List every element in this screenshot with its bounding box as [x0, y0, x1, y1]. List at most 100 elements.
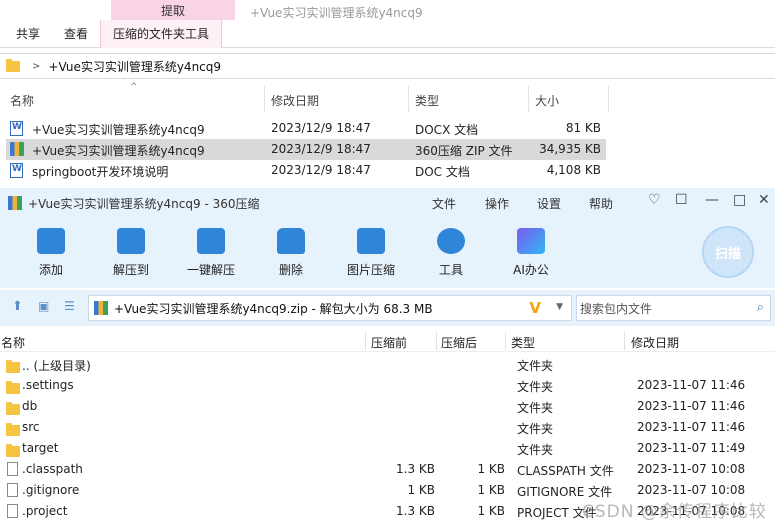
ribbon-tab-extract[interactable]: 提取 [111, 0, 235, 20]
file-row[interactable]: .classpath 1.3 KB 1 KB CLASSPATH 文件 2023-11-… [0, 459, 775, 480]
word-doc-icon [10, 121, 23, 136]
breadcrumb-path[interactable]: +Vue实习实训管理系统y4ncq9 [48, 58, 221, 75]
toolbar: 添加 解压到 一键解压 删除 图片压缩 工具 AI办公 扫描 [0, 218, 775, 288]
address-bar[interactable]: > +Vue实习实训管理系统y4ncq9 [0, 53, 775, 79]
window-title: +Vue实习实训管理系统y4ncq9 - 360压缩 [28, 196, 260, 211]
file-name: springboot开发环境说明 [32, 165, 169, 179]
zip-archive-icon [94, 301, 108, 315]
entry-size-before: 1.3 KB [396, 462, 435, 476]
ribbon-tab-compressed-folder-tools[interactable]: 压缩的文件夹工具 [100, 19, 223, 48]
entry-type: 文件夹 [517, 359, 554, 373]
feedback-icon[interactable]: ☐ [675, 192, 688, 208]
app-logo-icon [8, 196, 22, 210]
entry-date: 2023-11-07 11:49 [637, 441, 746, 455]
entry-name: db [22, 399, 38, 413]
entry-name: target [22, 441, 59, 455]
menu-settings[interactable]: 设置 [537, 195, 561, 212]
add-icon [37, 228, 65, 254]
up-arrow-icon[interactable]: ⬆ [12, 299, 23, 314]
list-view-icon[interactable]: ☰ [64, 299, 75, 313]
one-click-extract-button[interactable]: 一键解压 [176, 228, 246, 278]
entry-type: 文件夹 [517, 401, 554, 415]
explorer-window: 提取 +Vue实习实训管理系统y4ncq9 共享 查看 压缩的文件夹工具 > +… [0, 0, 775, 186]
file-size: 4,108 KB [546, 163, 601, 177]
entry-type: CLASSPATH 文件 [517, 464, 614, 478]
entry-name: .. (上级目录) [22, 359, 91, 373]
file-date: 2023/12/9 18:47 [271, 163, 371, 177]
image-compress-button[interactable]: 图片压缩 [336, 228, 406, 278]
column-type[interactable]: 类型 [415, 92, 439, 109]
entry-type: 文件夹 [517, 380, 554, 394]
folder-row[interactable]: .settings 文件夹 2023-11-07 11:46 [0, 375, 775, 396]
dropdown-arrow-icon[interactable]: ▼ [556, 302, 563, 312]
zip-archive-icon [10, 142, 24, 156]
folder-row[interactable]: src 文件夹 2023-11-07 11:46 [0, 417, 775, 438]
column-name[interactable]: 名称 [10, 92, 34, 109]
menu-operation[interactable]: 操作 [485, 195, 509, 212]
ai-office-label: AI办公 [513, 263, 549, 277]
delete-button[interactable]: 删除 [256, 228, 326, 278]
entry-name: .gitignore [22, 483, 80, 497]
image-compress-icon [357, 228, 385, 254]
title-bar: +Vue实习实训管理系统y4ncq9 - 360压缩 文件 操作 设置 帮助 ♡… [0, 188, 775, 218]
delete-icon [277, 228, 305, 254]
file-row-selected[interactable]: +Vue实习实训管理系统y4ncq9 2023/12/9 18:47 360压缩… [6, 139, 606, 160]
folder-row[interactable]: target 文件夹 2023-11-07 11:49 [0, 438, 775, 459]
column-date[interactable]: 修改日期 [631, 334, 679, 351]
search-icon[interactable]: ⌕ [757, 300, 764, 315]
file-date: 2023/12/9 18:47 [271, 121, 371, 135]
file-size: 81 KB [565, 121, 601, 135]
one-click-extract-icon [197, 228, 225, 254]
navigation-bar: ⬆ ▣ ☰ +Vue实习实训管理系统y4ncq9.zip - 解包大小为 68.… [0, 290, 775, 326]
menu-help[interactable]: 帮助 [589, 195, 613, 212]
archive-search-input[interactable]: 搜索包内文件 ⌕ [576, 295, 771, 321]
ribbon-tabs: 共享 查看 压缩的文件夹工具 [0, 19, 775, 48]
entry-type: 文件夹 [517, 443, 554, 457]
file-row[interactable]: +Vue实习实训管理系统y4ncq9 2023/12/9 18:47 DOCX … [6, 118, 606, 139]
scan-label: 扫描 [714, 246, 741, 262]
folder-icon [6, 58, 20, 72]
folder-row[interactable]: db 文件夹 2023-11-07 11:46 [0, 396, 775, 417]
menu-file[interactable]: 文件 [432, 195, 456, 212]
close-button[interactable]: ✕ [758, 192, 770, 208]
tools-icon [437, 228, 465, 254]
entry-size-after: 1 KB [477, 504, 505, 518]
skin-icon[interactable]: ♡ [648, 192, 661, 208]
entry-name: .classpath [22, 462, 83, 476]
archive-path-bar[interactable]: +Vue实习实训管理系统y4ncq9.zip - 解包大小为 68.3 MB V… [88, 295, 572, 321]
v-logo-icon[interactable]: V [529, 299, 541, 317]
column-type[interactable]: 类型 [511, 334, 535, 351]
scan-button[interactable]: 扫描 [702, 226, 754, 278]
minimize-button[interactable]: — [705, 192, 719, 208]
one-click-extract-label: 一键解压 [186, 263, 235, 277]
column-name[interactable]: 名称 [1, 334, 25, 351]
add-button[interactable]: 添加 [16, 228, 86, 278]
view-mode-icon[interactable]: ▣ [38, 299, 49, 313]
file-name: +Vue实习实训管理系统y4ncq9 [32, 144, 205, 158]
column-compressed-before[interactable]: 压缩前 [371, 334, 407, 351]
file-list-header: 名称 修改日期 类型 大小 [0, 86, 610, 112]
archive-path-text: +Vue实习实训管理系统y4ncq9.zip - 解包大小为 68.3 MB [114, 301, 433, 316]
file-size: 34,935 KB [539, 142, 601, 156]
entry-size-after: 1 KB [477, 462, 505, 476]
entry-date: 2023-11-07 10:08 [637, 483, 746, 497]
ribbon-tab-share[interactable]: 共享 [0, 20, 52, 48]
breadcrumb-chevron-icon[interactable]: > [32, 61, 40, 72]
entry-date: 2023-11-07 11:46 [637, 420, 746, 434]
file-name: +Vue实习实训管理系统y4ncq9 [32, 123, 205, 137]
entry-date: 2023-11-07 11:46 [637, 378, 746, 392]
file-row[interactable]: springboot开发环境说明 2023/12/9 18:47 DOC 文档 … [6, 160, 606, 181]
entry-date: 2023-11-07 11:46 [637, 399, 746, 413]
tools-button[interactable]: 工具 [416, 228, 486, 278]
column-size[interactable]: 大小 [535, 92, 559, 109]
column-date[interactable]: 修改日期 [271, 92, 319, 109]
extract-to-button[interactable]: 解压到 [96, 228, 166, 278]
file-type: 360压缩 ZIP 文件 [415, 144, 513, 158]
ribbon-tab-view[interactable]: 查看 [52, 20, 100, 48]
folder-row[interactable]: .. (上级目录) 文件夹 [0, 354, 775, 375]
column-compressed-after[interactable]: 压缩后 [441, 334, 477, 351]
ai-office-button[interactable]: AI办公 [496, 228, 566, 278]
maximize-button[interactable]: □ [733, 192, 746, 208]
word-doc-icon [10, 163, 23, 178]
archive-list-header: 名称 压缩前 压缩后 类型 修改日期 [0, 330, 775, 352]
